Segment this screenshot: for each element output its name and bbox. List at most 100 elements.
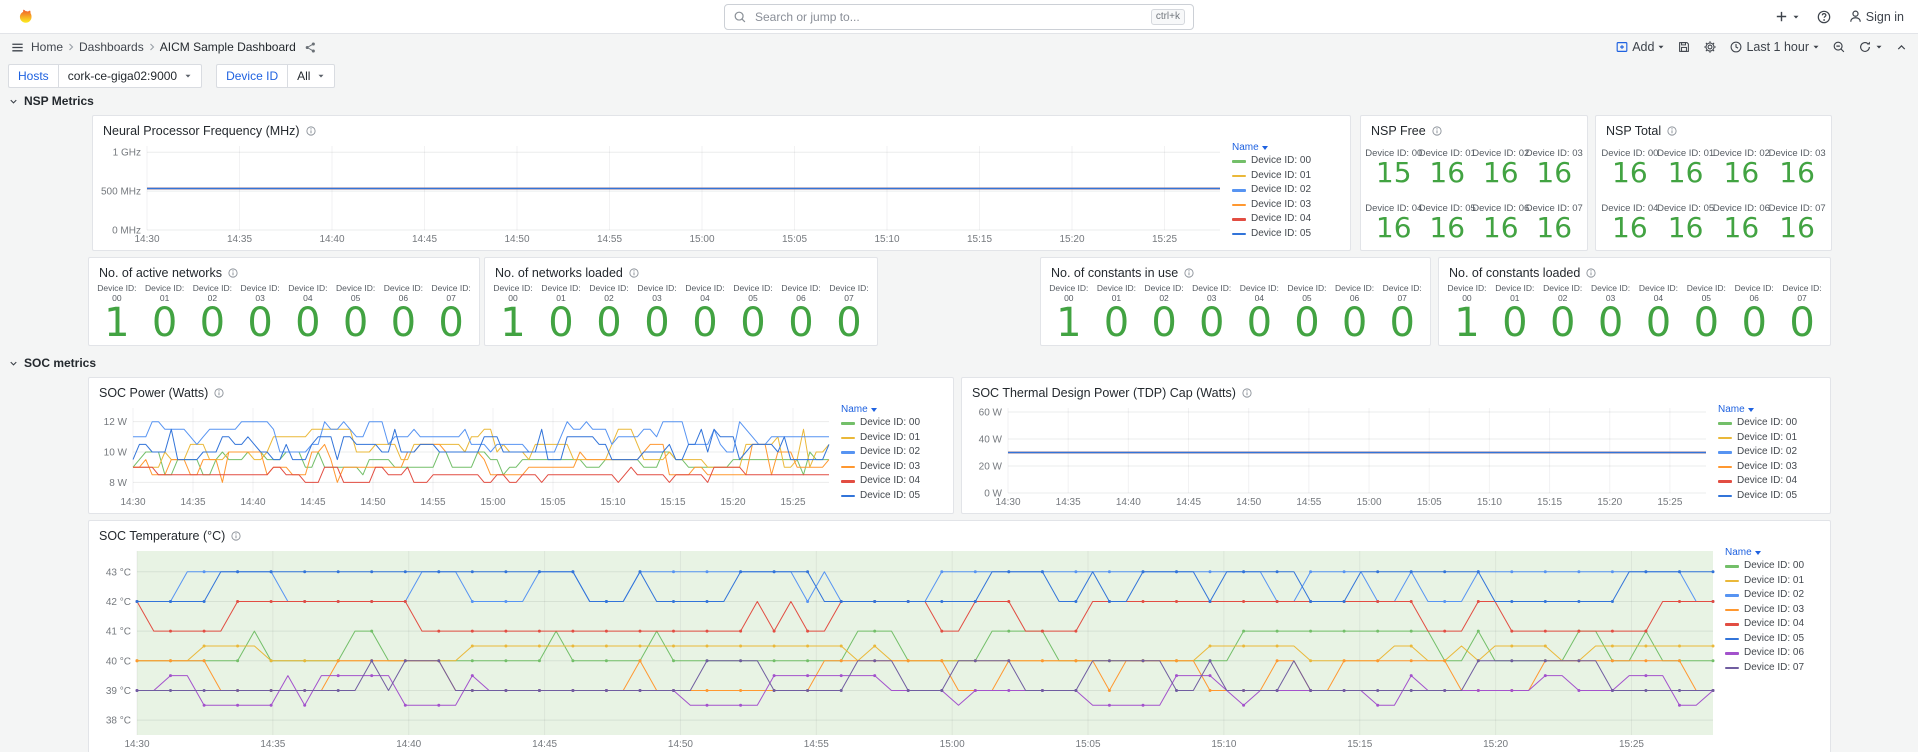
panel-title[interactable]: SOC Thermal Design Power (TDP) Cap (Watt…	[972, 386, 1236, 400]
soc-temperature-time-series-plot[interactable]: 14:30 14:35 14:40 14:45 14:50 14:55 15:00 15:05…	[93, 545, 1721, 751]
info-icon[interactable]	[213, 387, 225, 399]
legend-item[interactable]: Device ID: 05	[1725, 632, 1824, 647]
legend-item[interactable]: Device ID: 00	[1232, 154, 1344, 169]
soc-power-time-series-plot[interactable]: 14:30 14:35 14:40 14:45 14:50 14:55 15:00 15:05…	[93, 402, 837, 509]
row-header-soc-metrics[interactable]: SOC metrics	[8, 356, 96, 370]
legend-item[interactable]: Device ID: 01	[1725, 574, 1824, 589]
legend-sort-header[interactable]: Name	[1725, 547, 1824, 558]
search-bar[interactable]: ctrl+k	[724, 4, 1194, 30]
legend-item[interactable]: Device ID: 01	[1232, 169, 1344, 184]
stat: Device ID: 02 0	[1140, 282, 1188, 345]
menu-toggle-button[interactable]	[10, 40, 25, 55]
legend-item[interactable]: Device ID: 02	[1725, 588, 1824, 603]
panel-title[interactable]: No. of active networks	[99, 266, 222, 280]
legend-item[interactable]: Device ID: 03	[1725, 603, 1824, 618]
stat: Device ID: 02 0	[585, 282, 633, 345]
soc-tdp-time-series-plot[interactable]: 14:30 14:35 14:40 14:45 14:50 14:55 15:00 15:05…	[966, 402, 1714, 509]
stat: Device ID: 01 0	[141, 282, 189, 345]
info-icon[interactable]	[1585, 267, 1597, 279]
legend-item[interactable]: Device ID: 00	[1718, 416, 1824, 431]
legend-item[interactable]: Device ID: 02	[1232, 183, 1344, 198]
stat-value: 16	[1482, 155, 1519, 189]
row-header-nsp-metrics[interactable]: NSP Metrics	[8, 94, 94, 108]
panel-title[interactable]: SOC Power (Watts)	[99, 386, 208, 400]
save-dashboard-button[interactable]	[1677, 40, 1691, 54]
stat-value: 1	[104, 300, 130, 347]
series-name: Device ID: 02	[1737, 446, 1798, 457]
info-icon[interactable]	[1431, 125, 1443, 137]
info-icon[interactable]	[1183, 267, 1195, 279]
legend-item[interactable]: Device ID: 01	[1718, 431, 1824, 446]
legend-item[interactable]: Device ID: 03	[1232, 198, 1344, 213]
svg-text:15:00: 15:00	[689, 234, 714, 245]
panel-title[interactable]: No. of constants loaded	[1449, 266, 1580, 280]
refresh-button[interactable]	[1858, 40, 1883, 54]
svg-text:14:45: 14:45	[412, 234, 437, 245]
legend-item[interactable]: Device ID: 04	[841, 474, 947, 489]
breadcrumb-dashboards[interactable]: Dashboards	[79, 40, 144, 54]
stat: Device ID: 01 0	[1093, 282, 1141, 345]
series-color-swatch	[1232, 160, 1246, 163]
info-icon[interactable]	[305, 125, 317, 137]
legend-sort-label: Name	[841, 404, 868, 415]
legend-item[interactable]: Device ID: 04	[1232, 212, 1344, 227]
search-input[interactable]	[753, 9, 1145, 25]
series-color-swatch	[1232, 218, 1246, 221]
variable-device-id-select[interactable]: All	[287, 64, 336, 88]
legend-sort-header[interactable]: Name	[1232, 142, 1344, 153]
info-icon[interactable]	[227, 267, 239, 279]
constants-in-use-stats: Device ID: 00 1 Device ID: 01 0 Device ID: 0…	[1041, 282, 1430, 345]
new-menu-button[interactable]	[1774, 9, 1800, 24]
svg-text:0 MHz: 0 MHz	[112, 226, 141, 237]
legend-item[interactable]: Device ID: 04	[1718, 474, 1824, 489]
share-dashboard-button[interactable]	[304, 41, 317, 54]
panel-title[interactable]: SOC Temperature (°C)	[99, 529, 225, 543]
panel-title[interactable]: No. of constants in use	[1051, 266, 1178, 280]
stat-value: 16	[1536, 155, 1573, 189]
legend-item[interactable]: Device ID: 05	[841, 489, 947, 504]
collapse-topbar-button[interactable]	[1895, 41, 1908, 54]
legend-item[interactable]: Device ID: 00	[1725, 559, 1824, 574]
legend-item[interactable]: Device ID: 07	[1725, 661, 1824, 676]
panel-title[interactable]: NSP Free	[1371, 124, 1426, 138]
series-color-swatch	[1725, 637, 1739, 640]
svg-text:14:40: 14:40	[240, 497, 265, 508]
sign-in-link[interactable]: Sign in	[1848, 9, 1904, 24]
info-icon[interactable]	[1666, 125, 1678, 137]
legend-item[interactable]: Device ID: 00	[841, 416, 947, 431]
grafana-logo-icon[interactable]	[14, 7, 34, 27]
panel-title[interactable]: Neural Processor Frequency (MHz)	[103, 124, 300, 138]
stat: Device ID: 05 0	[1682, 282, 1730, 345]
legend-item[interactable]: Device ID: 03	[841, 460, 947, 475]
dashboard-settings-button[interactable]	[1703, 40, 1717, 54]
info-icon[interactable]	[628, 267, 640, 279]
legend-item[interactable]: Device ID: 05	[1718, 489, 1824, 504]
frequency-time-series-plot[interactable]: 14:30 14:35 14:40 14:45 14:50 14:55 15:00 15:05…	[97, 140, 1228, 246]
panel-networks-loaded: No. of networks loaded Device ID: 00 1 Dev…	[484, 257, 878, 346]
caret-down-icon	[870, 407, 877, 412]
legend-item[interactable]: Device ID: 01	[841, 431, 947, 446]
panel-nsp-total: NSP Total Device ID: 00 16 Device ID: 01 16…	[1595, 115, 1832, 251]
zoom-out-button[interactable]	[1832, 40, 1846, 54]
time-range-picker[interactable]: Last 1 hour	[1729, 40, 1820, 54]
breadcrumb-home[interactable]: Home	[31, 40, 63, 54]
legend-sort-header[interactable]: Name	[841, 404, 947, 415]
stat-value: 16	[1667, 155, 1704, 189]
panel-title[interactable]: No. of networks loaded	[495, 266, 623, 280]
legend-sort-header[interactable]: Name	[1718, 404, 1824, 415]
info-icon[interactable]	[1241, 387, 1253, 399]
variable-hosts-select[interactable]: cork-ce-giga02:9000	[57, 64, 203, 88]
series-color-swatch	[1725, 608, 1739, 611]
legend-item[interactable]: Device ID: 05	[1232, 227, 1344, 242]
legend-item[interactable]: Device ID: 04	[1725, 617, 1824, 632]
legend-item[interactable]: Device ID: 03	[1718, 460, 1824, 475]
stat-value: 1	[1454, 300, 1480, 347]
panel-title[interactable]: NSP Total	[1606, 124, 1661, 138]
legend-item[interactable]: Device ID: 06	[1725, 646, 1824, 661]
help-button[interactable]	[1816, 9, 1832, 25]
add-panel-button[interactable]: Add	[1615, 40, 1665, 54]
legend-item[interactable]: Device ID: 02	[1718, 445, 1824, 460]
legend-item[interactable]: Device ID: 02	[841, 445, 947, 460]
info-icon[interactable]	[230, 530, 242, 542]
svg-text:15:15: 15:15	[1347, 739, 1372, 750]
